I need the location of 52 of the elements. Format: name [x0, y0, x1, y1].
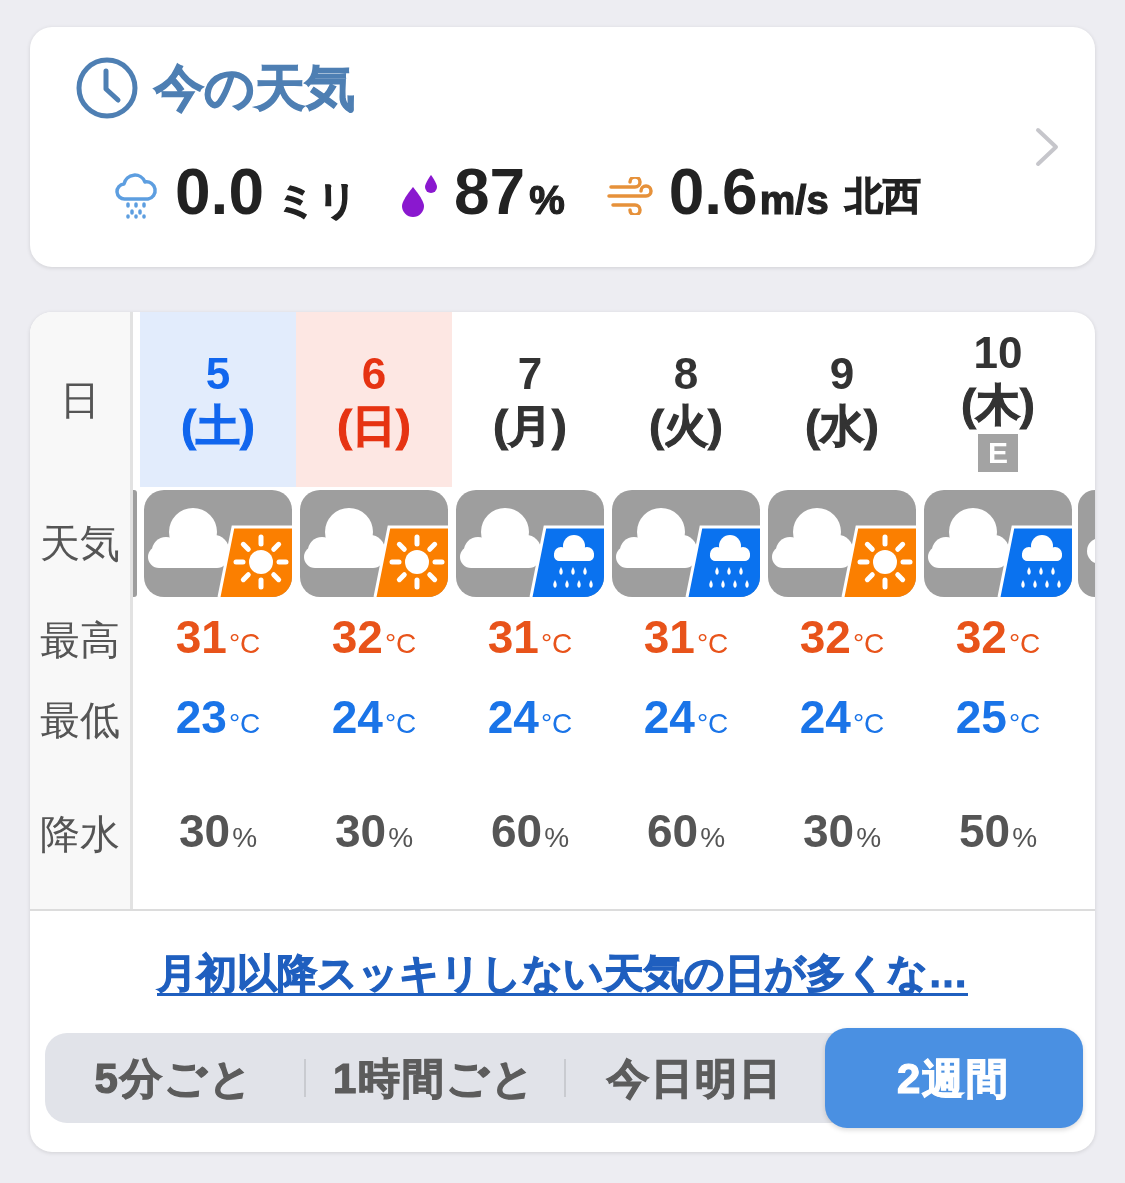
date-number: 7	[517, 347, 543, 400]
water-drops-icon	[399, 175, 438, 217]
clock-icon	[76, 57, 138, 119]
tab[interactable]: 2週間	[824, 1028, 1083, 1128]
rain-cloud-icon	[113, 173, 159, 219]
row-label: 日	[30, 312, 133, 487]
date-number: 5	[205, 347, 231, 400]
weekday-label: (日)	[337, 399, 411, 452]
high-temperature: 32°C	[331, 610, 417, 665]
tab[interactable]: 今日明日	[566, 1033, 825, 1123]
humidity-reading: 87%	[453, 157, 565, 230]
precipitation-chance: 60%	[490, 804, 570, 859]
section-title: 今の天気	[154, 59, 355, 118]
precipitation-chance: 50%	[958, 804, 1038, 859]
row-label: 最低	[30, 681, 133, 759]
label-badge: E	[978, 434, 1018, 472]
partial-weather-icon	[133, 489, 137, 597]
news-link[interactable]: 月初以降スッキリしない天気の日が多くな…	[157, 947, 968, 999]
weekday-label: (火)	[649, 399, 723, 452]
date-number: 6	[361, 347, 387, 400]
rainfall-reading: 0.0 ミリ	[175, 157, 358, 230]
date-number: 9	[829, 347, 855, 400]
row-label: 最高	[30, 599, 133, 681]
date-number: 8	[673, 347, 699, 400]
tab[interactable]: 1時間ごと	[305, 1033, 564, 1123]
high-temperature: 31°C	[643, 610, 729, 665]
precipitation-chance: 30%	[334, 804, 414, 859]
weekday-label: (水)	[805, 399, 879, 452]
low-temperature: 24°C	[799, 690, 885, 745]
high-temperature: 32°C	[799, 610, 885, 665]
weekday-label: (月)	[493, 399, 567, 452]
precipitation-chance: 60%	[646, 804, 726, 859]
low-temperature: 24°C	[643, 690, 729, 745]
precipitation-chance: 30%	[802, 804, 882, 859]
weekday-label: (土)	[181, 399, 255, 452]
low-temperature: 23°C	[175, 690, 261, 745]
wind-icon	[606, 177, 653, 215]
high-temperature: 31°C	[487, 610, 573, 665]
low-temperature: 25°C	[955, 690, 1041, 745]
wind-speed-reading: 0.6m/s	[668, 157, 829, 230]
high-temperature: 31°C	[175, 610, 261, 665]
date-number: 10	[973, 327, 1023, 379]
precipitation-chance: 30%	[178, 804, 258, 859]
row-label: 降水	[30, 759, 133, 909]
row-label: 天気	[30, 487, 133, 599]
wind-direction: 北西	[844, 174, 921, 219]
chevron-icon[interactable]	[1035, 127, 1059, 167]
weekday-label: (木)	[961, 379, 1035, 431]
low-temperature: 24°C	[487, 690, 573, 745]
high-temperature: 32°C	[955, 610, 1041, 665]
tab[interactable]: 5分ごと	[45, 1033, 304, 1123]
low-temperature: 24°C	[331, 690, 417, 745]
